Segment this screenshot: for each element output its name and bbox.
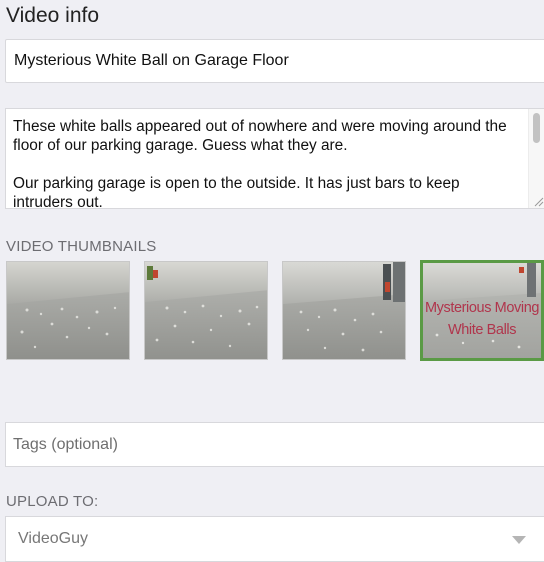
video-info-form: Video info These white balls appeared ou… bbox=[0, 0, 544, 562]
scrollbar-thumb[interactable] bbox=[533, 113, 540, 143]
resize-grip-icon[interactable] bbox=[534, 197, 544, 207]
description-text: These white balls appeared out of nowher… bbox=[13, 118, 507, 209]
thumbnail-overlay-text: Mysterious Moving White Balls bbox=[424, 300, 540, 338]
thumbnail-image-2 bbox=[145, 262, 267, 359]
video-title-input[interactable] bbox=[5, 39, 544, 83]
chevron-down-icon bbox=[512, 536, 526, 544]
thumbnail-image-3 bbox=[283, 262, 405, 359]
thumbnail-image-1 bbox=[7, 262, 129, 359]
upload-destination-select[interactable]: VideoGuy bbox=[5, 516, 544, 562]
upload-destination-value: VideoGuy bbox=[18, 530, 88, 547]
thumbnail-option-2[interactable] bbox=[144, 261, 268, 360]
description-textarea[interactable]: These white balls appeared out of nowher… bbox=[5, 108, 544, 209]
tags-input[interactable] bbox=[5, 422, 544, 467]
thumbnail-option-4[interactable]: Mysterious Moving White Balls bbox=[420, 260, 544, 361]
description-scrollbar[interactable] bbox=[528, 109, 544, 208]
thumbnails-label: VIDEO THUMBNAILS bbox=[6, 238, 157, 255]
thumbnail-option-3[interactable] bbox=[282, 261, 406, 360]
section-title: Video info bbox=[6, 4, 100, 27]
thumbnail-option-1[interactable] bbox=[6, 261, 130, 360]
upload-to-label: UPLOAD TO: bbox=[6, 493, 99, 510]
